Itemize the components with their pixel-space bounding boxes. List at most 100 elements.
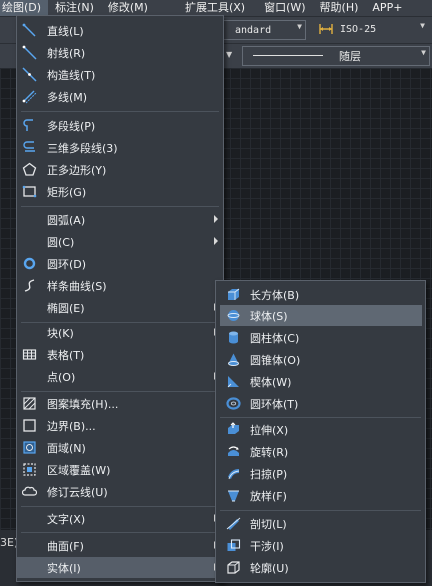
dim-style-select[interactable]: ISO-25 ▼ <box>336 20 428 38</box>
cone-icon <box>226 352 241 367</box>
menu-item-box[interactable]: 长方体(B) <box>216 284 425 305</box>
menu-item-label: 点(O) <box>47 370 76 384</box>
menu-item-region[interactable]: 面域(N) <box>17 437 223 458</box>
menu-item-slice[interactable]: 剖切(L) <box>216 513 425 534</box>
linetype-value: 随层 <box>339 50 361 63</box>
text-style-value: andard <box>235 24 272 36</box>
ray-icon <box>22 45 37 60</box>
linetype-select[interactable]: 随层 ▼ <box>242 46 430 66</box>
menu-separator <box>21 206 219 207</box>
menu-item-surface[interactable]: 曲面(F) <box>17 535 223 556</box>
menu-item-label: 正多边形(Y) <box>47 163 107 177</box>
menu-item-revolve[interactable]: 旋转(R) <box>216 441 425 462</box>
menu-extend-tools[interactable]: 扩展工具(X) <box>155 0 252 16</box>
text-style-select[interactable]: andard ▼ <box>222 20 306 40</box>
menu-item-mline[interactable]: 多线(M) <box>17 86 223 107</box>
menu-modify[interactable]: 修改(M) <box>101 0 155 16</box>
menu-item-label: 实体(I) <box>47 561 81 575</box>
menu-item-interfere[interactable]: 干涉(I) <box>216 535 425 556</box>
menu-item-text[interactable]: 文字(X) <box>17 508 223 529</box>
menu-item-torus[interactable]: 圆环体(T) <box>216 393 425 414</box>
menu-item-circle[interactable]: 圆(C) <box>17 231 223 252</box>
torus-icon <box>226 396 241 411</box>
menu-item-label: 剖切(L) <box>250 517 287 531</box>
menu-item-label: 圆环体(T) <box>250 397 299 411</box>
menu-item-label: 表格(T) <box>47 348 85 362</box>
menu-item-hatch[interactable]: 图案填充(H)... <box>17 393 223 414</box>
menu-item-label: 圆(C) <box>47 235 75 249</box>
sphere-icon <box>226 308 241 323</box>
menu-item-profile[interactable]: 轮廓(U) <box>216 557 425 578</box>
menu-item-block[interactable]: 块(K) <box>17 322 223 343</box>
menu-item-label: 文字(X) <box>47 512 86 526</box>
menu-item-label: 射线(R) <box>47 46 86 60</box>
menu-item-wedge[interactable]: 楔体(W) <box>216 371 425 392</box>
dim-style-icon <box>318 22 334 36</box>
menu-item-loft[interactable]: 放样(F) <box>216 485 425 506</box>
menu-item-label: 扫掠(P) <box>250 467 288 481</box>
submenu-arrow-icon <box>214 237 218 245</box>
menu-item-spline[interactable]: 样条曲线(S) <box>17 275 223 296</box>
menu-item-boundary[interactable]: 边界(B)... <box>17 415 223 436</box>
slice-icon <box>226 516 241 531</box>
wipeout-icon <box>22 462 37 477</box>
menu-item-cone[interactable]: 圆锥体(O) <box>216 349 425 370</box>
table-icon <box>22 347 37 362</box>
menu-item-revcloud[interactable]: 修订云线(U) <box>17 481 223 502</box>
3d-polyline-icon <box>22 140 37 155</box>
menu-item-label: 矩形(G) <box>47 185 87 199</box>
menu-item-label: 图案填充(H)... <box>47 397 119 411</box>
menu-item-label: 拉伸(X) <box>250 423 289 437</box>
menu-item-rectangle[interactable]: 矩形(G) <box>17 181 223 202</box>
menu-item-label: 曲面(F) <box>47 539 84 553</box>
menu-item-label: 边界(B)... <box>47 419 96 433</box>
menu-item-xline[interactable]: 构造线(T) <box>17 64 223 85</box>
menu-item-solid[interactable]: 实体(I) <box>17 557 223 578</box>
menu-item-label: 圆环(D) <box>47 257 87 271</box>
menu-item-sphere[interactable]: 球体(S) <box>220 305 422 326</box>
menu-app[interactable]: APP+ <box>365 0 409 16</box>
menu-separator <box>21 532 219 533</box>
menu-item-wipeout[interactable]: 区域覆盖(W) <box>17 459 223 480</box>
menu-item-point[interactable]: 点(O) <box>17 366 223 387</box>
menu-item-label: 圆弧(A) <box>47 213 86 227</box>
box-icon <box>226 287 241 302</box>
menu-window[interactable]: 窗口(W) <box>252 0 312 16</box>
menu-draw[interactable]: 绘图(D) <box>0 0 49 16</box>
menu-item-donut[interactable]: 圆环(D) <box>17 253 223 274</box>
spline-icon <box>22 278 37 293</box>
menu-separator <box>21 506 219 507</box>
menu-item-label: 样条曲线(S) <box>47 279 107 293</box>
menu-item-table[interactable]: 表格(T) <box>17 344 223 365</box>
menu-item-label: 块(K) <box>47 326 74 340</box>
menu-item-label: 旋转(R) <box>250 445 289 459</box>
menu-separator <box>220 417 421 418</box>
menu-item-label: 轮廓(U) <box>250 561 289 575</box>
linetype-sample <box>253 55 323 56</box>
extrude-icon <box>226 422 241 437</box>
menu-item-label: 直线(L) <box>47 24 84 38</box>
menu-item-ellipse[interactable]: 椭圆(E) <box>17 297 223 318</box>
revcloud-icon <box>22 484 37 499</box>
donut-icon <box>22 256 37 271</box>
boundary-icon <box>22 418 37 433</box>
menu-item-label: 球体(S) <box>250 309 288 323</box>
menu-item-label: 修订云线(U) <box>47 485 108 499</box>
menu-item-label: 楔体(W) <box>250 375 292 389</box>
menu-item-label: 构造线(T) <box>47 68 96 82</box>
menu-dimension[interactable]: 标注(N) <box>48 0 101 16</box>
menu-item-3d-polyline[interactable]: 三维多段线(3) <box>17 137 223 158</box>
menu-item-polyline[interactable]: 多段线(P) <box>17 115 223 136</box>
cylinder-icon <box>226 330 241 345</box>
chevron-down-icon: ▼ <box>421 48 426 57</box>
menu-item-arc[interactable]: 圆弧(A) <box>17 209 223 230</box>
menu-item-sweep[interactable]: 扫掠(P) <box>216 463 425 484</box>
region-icon <box>22 440 37 455</box>
menu-item-ray[interactable]: 射线(R) <box>17 42 223 63</box>
menu-item-cylinder[interactable]: 圆柱体(C) <box>216 327 425 348</box>
wedge-icon <box>226 374 241 389</box>
menu-help[interactable]: 帮助(H) <box>313 0 366 16</box>
menu-item-polygon[interactable]: 正多边形(Y) <box>17 159 223 180</box>
menu-item-extrude[interactable]: 拉伸(X) <box>216 419 425 440</box>
menu-item-line[interactable]: 直线(L) <box>17 20 223 41</box>
